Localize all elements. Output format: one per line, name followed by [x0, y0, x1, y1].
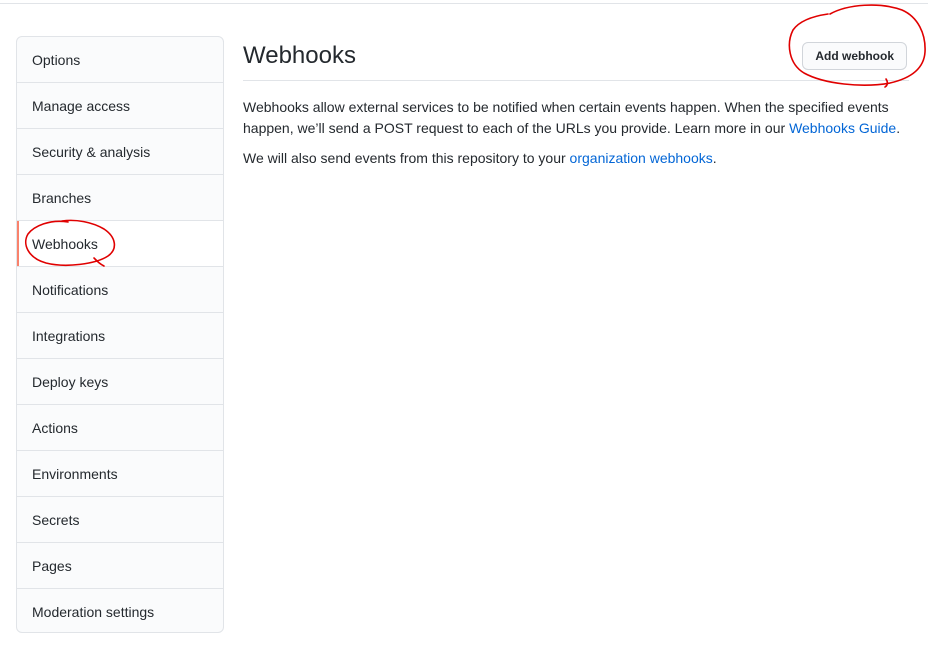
sidebar-item-manage-access[interactable]: Manage access	[17, 83, 223, 129]
sidebar-item-webhooks[interactable]: Webhooks	[17, 221, 223, 267]
sidebar-item-branches[interactable]: Branches	[17, 175, 223, 221]
webhooks-description: Webhooks allow external services to be n…	[243, 97, 909, 139]
sidebar-item-label: Moderation settings	[32, 604, 155, 620]
sidebar-item-label: Options	[32, 51, 81, 68]
description-suffix: .	[896, 120, 901, 136]
sidebar-item-label: Secrets	[32, 511, 80, 528]
sidebar-item-options[interactable]: Options	[17, 37, 223, 83]
sidebar-item-integrations[interactable]: Integrations	[17, 313, 223, 359]
sidebar-item-security-analysis[interactable]: Security & analysis	[17, 129, 223, 175]
sidebar-item-label: Notifications	[32, 281, 109, 298]
sidebar-item-pages[interactable]: Pages	[17, 543, 223, 589]
organization-webhooks-link[interactable]: organization webhooks	[570, 150, 713, 166]
sidebar-item-label: Environments	[32, 465, 118, 482]
sidebar-item-label: Integrations	[32, 327, 106, 344]
sidebar-item-environments[interactable]: Environments	[17, 451, 223, 497]
org-note-text: We will also send events from this repos…	[243, 150, 570, 166]
webhooks-guide-link[interactable]: Webhooks Guide	[789, 120, 896, 136]
sidebar-item-deploy-keys[interactable]: Deploy keys	[17, 359, 223, 405]
page-header: Webhooks Add webhook	[243, 36, 909, 81]
settings-sidebar: Options Manage access Security & analysi…	[16, 36, 224, 633]
sidebar-item-label: Manage access	[32, 97, 131, 114]
sidebar-item-label: Actions	[32, 419, 78, 436]
sidebar-item-moderation-settings[interactable]: Moderation settings	[17, 589, 223, 632]
org-note-suffix: .	[712, 150, 717, 166]
top-divider	[0, 3, 928, 4]
sidebar-item-label: Pages	[32, 557, 72, 574]
sidebar-item-label: Webhooks	[32, 235, 98, 252]
sidebar-item-actions[interactable]: Actions	[17, 405, 223, 451]
organization-note: We will also send events from this repos…	[243, 148, 909, 169]
sidebar-item-label: Security & analysis	[32, 143, 151, 160]
page-title: Webhooks	[243, 42, 356, 69]
add-webhook-button[interactable]: Add webhook	[802, 42, 907, 70]
sidebar-item-label: Branches	[32, 189, 92, 206]
sidebar-item-secrets[interactable]: Secrets	[17, 497, 223, 543]
main-content: Webhooks Add webhook Webhooks allow exte…	[243, 36, 909, 169]
sidebar-item-notifications[interactable]: Notifications	[17, 267, 223, 313]
sidebar-item-label: Deploy keys	[32, 373, 109, 390]
